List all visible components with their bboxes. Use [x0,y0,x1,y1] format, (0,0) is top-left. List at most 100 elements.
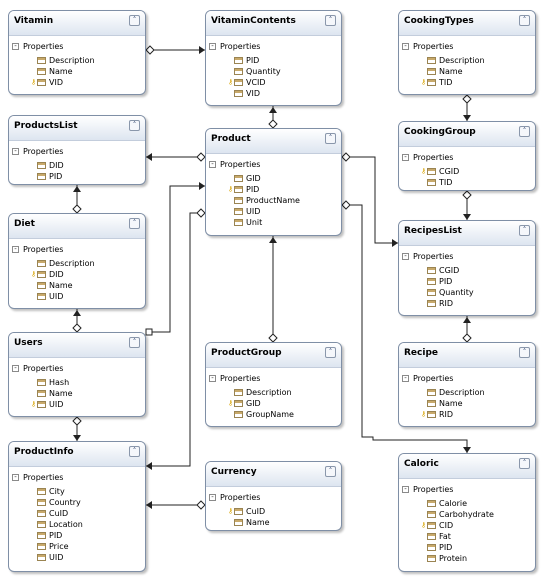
collapse-minus-icon[interactable]: - [12,365,19,372]
field-row[interactable]: Quantity [421,287,474,298]
properties-section[interactable]: - Properties [12,41,63,53]
collapse-minus-icon[interactable]: - [402,154,409,161]
collapse-minus-icon[interactable]: - [402,375,409,382]
collapse-icon[interactable]: ˄ [129,120,140,131]
field-row[interactable]: PID [228,55,259,66]
entity-product[interactable]: Product ˄ - Properties GID ⚷ PID ProductName UID… [205,128,342,236]
entity-currency[interactable]: Currency ˄ - Properties ⚷ CuID Name [205,461,342,531]
field-row[interactable]: Quantity [228,66,281,77]
field-row[interactable]: ⚷ RID [421,409,453,420]
field-row[interactable]: GID [228,173,261,184]
field-row[interactable]: Hash [31,377,69,388]
entity-cookingtypes[interactable]: CookingTypes ˄ - Properties Description Name ⚷… [398,10,536,95]
entity-productgroup[interactable]: ProductGroup ˄ - Properties Description ⚷ GID G… [205,342,342,427]
collapse-icon[interactable]: ˄ [325,347,336,358]
collapse-icon[interactable]: ˄ [519,458,530,469]
properties-section[interactable]: - Properties [402,41,453,53]
collapse-minus-icon[interactable]: - [12,148,19,155]
entity-recipeslist[interactable]: RecipesList ˄ - Properties CGID PID Quantity RI… [398,220,536,316]
field-row[interactable]: UID [31,291,63,302]
properties-section[interactable]: - Properties [209,159,260,171]
collapse-icon[interactable]: ˄ [519,15,530,26]
properties-section[interactable]: - Properties [12,472,63,484]
field-row[interactable]: City [31,486,65,497]
field-row[interactable]: Name [421,66,463,77]
field-row[interactable]: UID [31,552,63,563]
field-row[interactable]: VID [228,88,260,99]
properties-section[interactable]: - Properties [12,244,63,256]
properties-section[interactable]: - Properties [12,363,63,375]
entity-vitamincontents[interactable]: VitaminContents ˄ - Properties PID Quantity ⚷ V… [205,10,342,106]
field-row[interactable]: ⚷ UID [31,399,63,410]
field-row[interactable]: ⚷ VID [31,77,63,88]
entity-diet[interactable]: Diet ˄ - Properties Description ⚷ DID Name UID [8,213,146,309]
field-row[interactable]: TID [421,177,452,188]
field-row[interactable]: Description [421,55,485,66]
entity-vitamin[interactable]: Vitamin ˄ - Properties Description Name ⚷ VID [8,10,146,95]
field-row[interactable]: Description [228,387,292,398]
field-row[interactable]: PID [31,530,62,541]
field-row[interactable]: UID [228,206,260,217]
collapse-minus-icon[interactable]: - [209,375,216,382]
collapse-icon[interactable]: ˄ [519,225,530,236]
collapse-minus-icon[interactable]: - [402,486,409,493]
properties-section[interactable]: - Properties [402,251,453,263]
field-row[interactable]: CGID [421,265,459,276]
field-row[interactable]: Calorie [421,498,467,509]
properties-section[interactable]: - Properties [209,492,260,504]
properties-section[interactable]: - Properties [209,41,260,53]
field-row[interactable]: Description [421,387,485,398]
collapse-icon[interactable]: ˄ [519,347,530,358]
field-row[interactable]: Name [31,388,73,399]
collapse-minus-icon[interactable]: - [209,161,216,168]
field-row[interactable]: ⚷ CGID [421,166,459,177]
collapse-icon[interactable]: ˄ [325,466,336,477]
field-row[interactable]: Name [228,517,270,528]
field-row[interactable]: Carbohydrate [421,509,494,520]
properties-section[interactable]: - Properties [12,146,63,158]
collapse-minus-icon[interactable]: - [209,43,216,50]
collapse-icon[interactable]: ˄ [129,337,140,348]
entity-caloric[interactable]: Caloric ˄ - Properties Calorie Carbohydrate ⚷ C… [398,453,536,572]
field-row[interactable]: ⚷ PID [228,184,259,195]
field-row[interactable]: ⚷ GID [228,398,261,409]
field-row[interactable]: ⚷ DID [31,269,64,280]
field-row[interactable]: PID [421,276,452,287]
field-row[interactable]: Fat [421,531,451,542]
field-row[interactable]: Country [31,497,81,508]
field-row[interactable]: ⚷ CuID [228,506,265,517]
field-row[interactable]: Name [421,398,463,409]
collapse-icon[interactable]: ˄ [129,218,140,229]
properties-section[interactable]: - Properties [402,484,453,496]
field-row[interactable]: ⚷ VCID [228,77,266,88]
collapse-minus-icon[interactable]: - [209,494,216,501]
field-row[interactable]: Name [31,280,73,291]
field-row[interactable]: GroupName [228,409,294,420]
entity-cookinggroup[interactable]: CookingGroup ˄ - Properties ⚷ CGID TID [398,121,536,191]
field-row[interactable]: PID [31,171,62,182]
collapse-minus-icon[interactable]: - [12,474,19,481]
field-row[interactable]: RID [421,298,453,309]
field-row[interactable]: DID [31,160,64,171]
field-row[interactable]: ProductName [228,195,300,206]
entity-productinfo[interactable]: ProductInfo ˄ - Properties City Country CuID Lo… [8,441,146,572]
collapse-icon[interactable]: ˄ [129,15,140,26]
field-row[interactable]: Price [31,541,69,552]
properties-section[interactable]: - Properties [402,152,453,164]
collapse-minus-icon[interactable]: - [402,43,409,50]
field-row[interactable]: Description [31,258,95,269]
collapse-icon[interactable]: ˄ [325,15,336,26]
properties-section[interactable]: - Properties [209,373,260,385]
entity-users[interactable]: Users ˄ - Properties Hash Name ⚷ UID [8,332,146,417]
properties-section[interactable]: - Properties [402,373,453,385]
field-row[interactable]: ⚷ TID [421,77,452,88]
collapse-minus-icon[interactable]: - [402,253,409,260]
field-row[interactable]: Location [31,519,83,530]
field-row[interactable]: Description [31,55,95,66]
field-row[interactable]: Name [31,66,73,77]
collapse-minus-icon[interactable]: - [12,43,19,50]
field-row[interactable]: Unit [228,217,262,228]
collapse-minus-icon[interactable]: - [12,246,19,253]
collapse-icon[interactable]: ˄ [129,446,140,457]
field-row[interactable]: CuID [31,508,68,519]
